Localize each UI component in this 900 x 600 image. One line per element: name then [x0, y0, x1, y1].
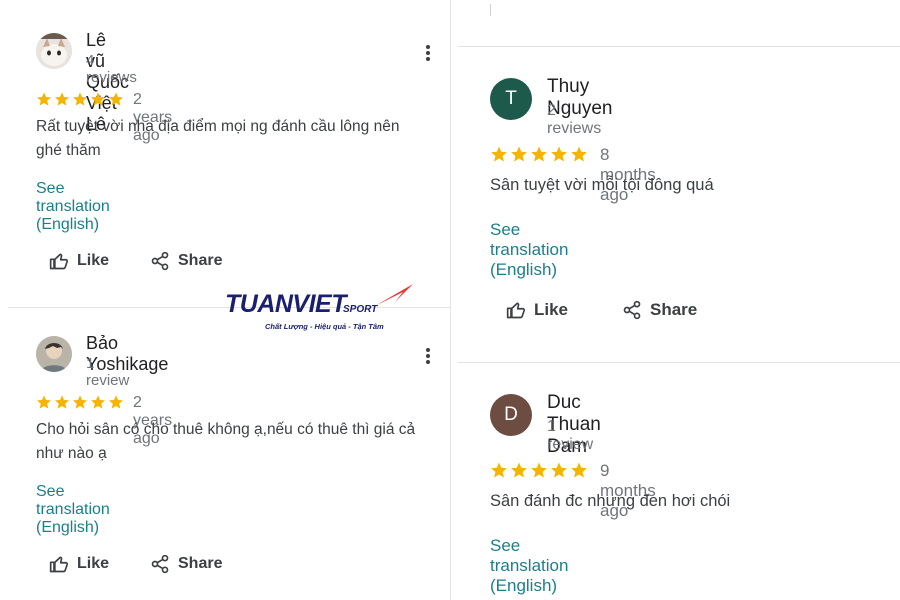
star-icon: [73, 395, 87, 409]
thumbs-up-icon: [49, 556, 69, 573]
star-icon: [37, 395, 51, 409]
star-icon: [91, 92, 105, 106]
review-count: 1 review: [547, 418, 594, 453]
review-count: 1 review: [86, 355, 130, 389]
star-icon: [55, 395, 69, 409]
star-icon: [37, 92, 51, 106]
star-icon: [109, 395, 123, 409]
share-label: Share: [178, 252, 223, 269]
star-icon: [491, 462, 507, 478]
avatar-initial: T: [505, 88, 517, 109]
like-label: Like: [534, 300, 569, 319]
star-icon: [491, 146, 507, 162]
review-text: Sân tuyệt vời mỗi tội đông quá: [490, 176, 714, 194]
star-rating: [490, 461, 588, 479]
like-button[interactable]: Like: [506, 300, 568, 320]
avatar[interactable]: [36, 336, 72, 372]
star-icon: [531, 462, 547, 478]
more-options-icon[interactable]: [425, 44, 431, 62]
star-icon: [511, 462, 527, 478]
more-options-icon[interactable]: [425, 347, 431, 365]
logo-brand: TUANVIET: [225, 290, 347, 318]
divider: [458, 46, 900, 47]
see-translation-link[interactable]: See translation (English): [36, 483, 110, 537]
star-icon: [571, 146, 587, 162]
review-text: Cho hỏi sân có cho thuê không ạ,nếu có t…: [36, 421, 416, 462]
avatar[interactable]: D: [490, 394, 532, 436]
star-rating: [36, 91, 124, 107]
like-label: Like: [77, 555, 110, 572]
star-icon: [551, 462, 567, 478]
star-rating: [490, 145, 588, 163]
avatar[interactable]: [36, 33, 72, 69]
star-icon: [109, 92, 123, 106]
share-icon: [151, 251, 169, 271]
share-label: Share: [650, 300, 698, 319]
thumbs-up-icon: [49, 253, 69, 270]
share-button[interactable]: Share: [150, 554, 222, 574]
like-button[interactable]: Like: [49, 251, 109, 271]
star-icon: [91, 395, 105, 409]
like-button[interactable]: Like: [49, 554, 109, 574]
person-photo-icon: [36, 336, 72, 372]
scroll-tick: [490, 4, 491, 16]
review-count: 2 reviews: [547, 102, 602, 137]
share-label: Share: [178, 555, 223, 572]
swoosh-icon: [375, 284, 413, 306]
star-icon: [571, 462, 587, 478]
see-translation-link[interactable]: See translation (English): [36, 180, 110, 234]
star-icon: [73, 92, 87, 106]
share-icon: [151, 554, 169, 574]
see-translation-link[interactable]: See translation (English): [490, 536, 568, 596]
like-label: Like: [77, 252, 110, 269]
thumbs-up-icon: [506, 302, 526, 319]
share-button[interactable]: Share: [622, 300, 697, 320]
star-icon: [551, 146, 567, 162]
star-icon: [55, 92, 69, 106]
avatar[interactable]: T: [490, 78, 532, 120]
share-button[interactable]: Share: [150, 251, 222, 271]
watermark-logo: TUANVIET SPORT Chất Lượng - Hiệu quả - T…: [225, 282, 425, 336]
star-icon: [531, 146, 547, 162]
star-rating: [36, 394, 124, 410]
star-icon: [511, 146, 527, 162]
review-text: Rất tuyệt vời nha địa điểm mọi ng đánh c…: [36, 118, 400, 159]
avatar-initial: D: [504, 404, 518, 425]
see-translation-link[interactable]: See translation (English): [490, 220, 568, 280]
divider: [458, 362, 900, 363]
review-count: 4 reviews: [86, 52, 137, 86]
share-icon: [623, 300, 641, 320]
logo-tagline: Chất Lượng - Hiệu quả - Tận Tâm: [265, 322, 384, 331]
cat-photo-icon: [36, 33, 72, 69]
review-text: Sân đánh đc nhưng đen hơi chói: [490, 492, 731, 510]
